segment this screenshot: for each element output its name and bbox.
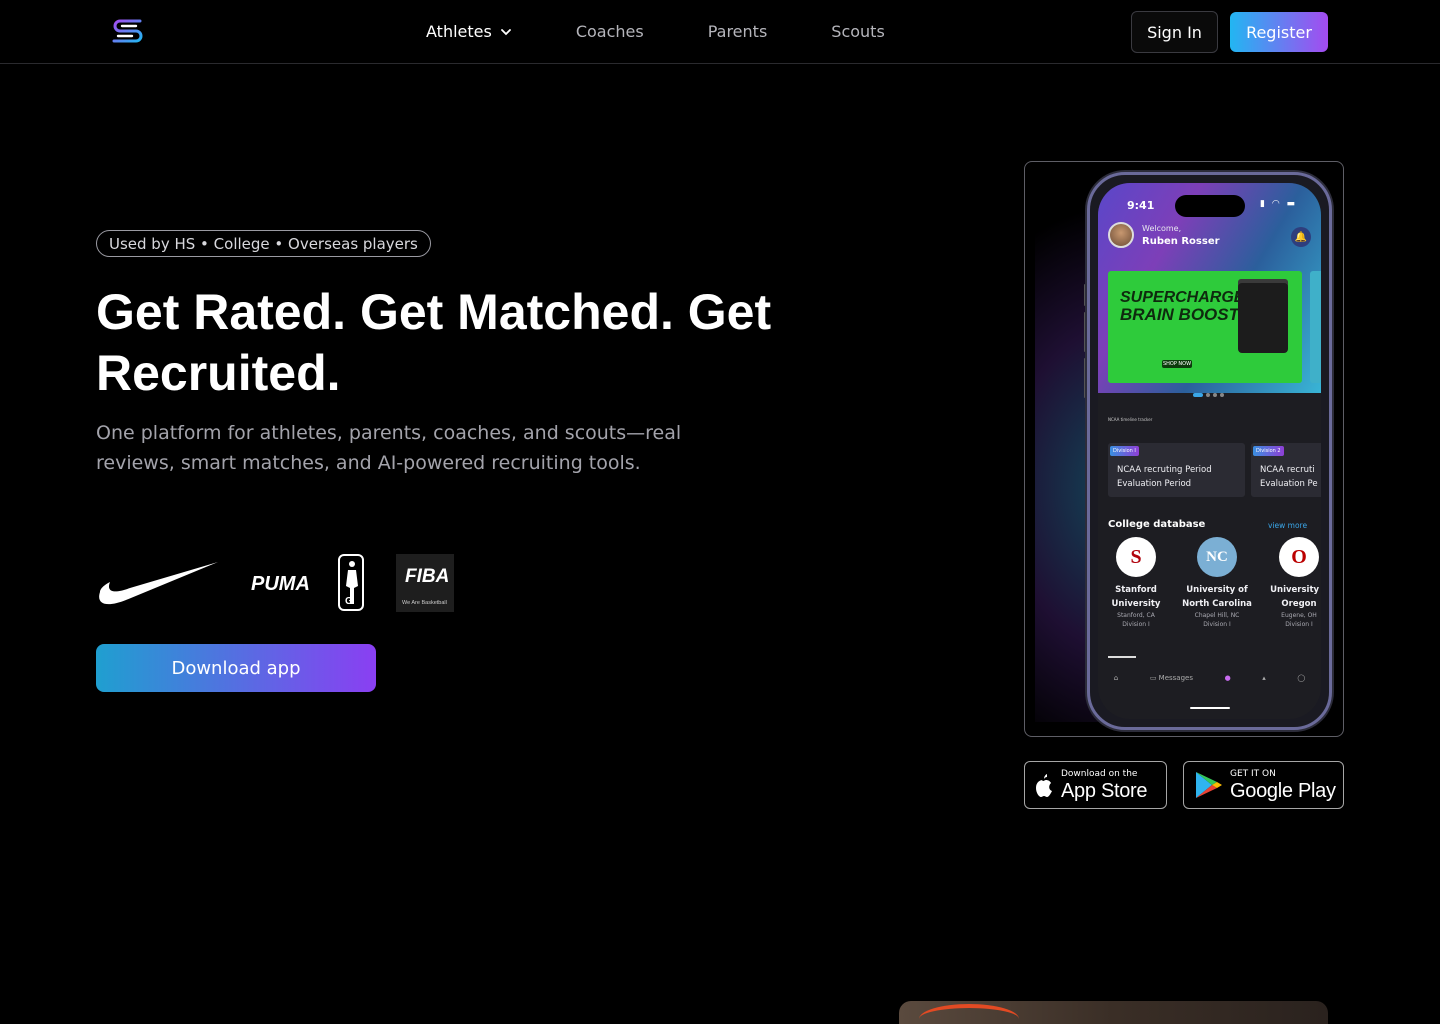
status-icons: ▮ ◠ ▬ <box>1260 199 1298 209</box>
main-nav: Athletes Coaches Parents Scouts <box>426 0 885 63</box>
college-item: S Stanford University Stanford, CA Divisio… <box>1098 537 1176 629</box>
nav-athletes[interactable]: Athletes <box>426 22 512 41</box>
register-button[interactable]: Register <box>1230 12 1328 52</box>
svg-text:We Are Basketball: We Are Basketball <box>402 600 447 606</box>
hero-subtitle: One platform for athletes, parents, coac… <box>96 422 682 474</box>
fiba-logo: FIBA We Are Basketball <box>396 554 454 612</box>
event-card: Division I NCAA recruting Period Evaluati… <box>1108 443 1245 497</box>
g-league-logo-icon: G <box>338 554 364 611</box>
google-play-icon <box>1196 772 1222 798</box>
tracker-heading: NCAA timeline tracker <box>1108 417 1153 422</box>
event-card: Division 2 NCAA recruti Evaluation Pe <box>1251 443 1321 497</box>
shop-now-button: SHOP NOW <box>1162 360 1192 368</box>
puma-logo: PUMA <box>251 573 310 595</box>
chevron-down-icon <box>500 28 511 35</box>
nike-logo-icon <box>99 562 218 605</box>
status-time: 9:41 <box>1127 199 1155 212</box>
nav-athletes-label: Athletes <box>426 22 492 41</box>
app-preview-card: 9:41 ▮ ◠ ▬ Welcome, Ruben Rosser 🔔 SUPER… <box>1024 161 1344 737</box>
audience-pill: Used by HS • College • Overseas players <box>96 230 431 257</box>
view-more-link: view more <box>1268 521 1308 530</box>
college-item: O University oOregon Eugene, OHDivision … <box>1259 537 1321 629</box>
sign-in-button[interactable]: Sign In <box>1131 11 1218 53</box>
top-nav: Athletes Coaches Parents Scouts Sign In … <box>0 0 1440 64</box>
app-store-text: App Store <box>1061 779 1148 802</box>
google-play-badge[interactable]: GET IT ON Google Play <box>1183 761 1344 809</box>
nav-coaches[interactable]: Coaches <box>576 22 644 41</box>
stats-icon: ▴ <box>1262 674 1266 682</box>
message-icon: ▭ <box>1149 674 1157 682</box>
college-logo: S <box>1116 537 1156 577</box>
svg-text:FIBA: FIBA <box>405 566 449 587</box>
page: Athletes Coaches Parents Scouts Sign In … <box>0 0 1440 1024</box>
app-store-badge[interactable]: Download on the App Store <box>1024 761 1167 809</box>
app-store-small-text: Download on the <box>1061 768 1138 779</box>
welcome-text: Welcome, <box>1142 224 1182 233</box>
promo-banner: SUPERCHARGED BRAIN BOOST SHOP NOW <box>1108 271 1302 383</box>
next-banner-peek <box>1310 271 1321 383</box>
brand-logo-icon[interactable] <box>110 17 146 47</box>
college-database-heading: College database <box>1108 519 1206 530</box>
messages-tab: ▭ Messages <box>1149 674 1193 682</box>
promo-title: SUPERCHARGED BRAIN BOOST <box>1120 289 1257 324</box>
profile-icon: ◯ <box>1297 674 1306 682</box>
phone-screen: 9:41 ▮ ◠ ▬ Welcome, Ruben Rosser 🔔 SUPER… <box>1098 183 1321 719</box>
hero-headline: Get Rated. Get Matched. Get Recruited. <box>96 284 772 401</box>
nav-parents[interactable]: Parents <box>708 22 768 41</box>
college-item: NC University of North Carolina Chapel Hi… <box>1177 537 1257 629</box>
product-jar <box>1238 283 1288 353</box>
carousel-dots <box>1193 393 1224 397</box>
home-indicator <box>1190 707 1230 709</box>
college-logo: NC <box>1197 537 1237 577</box>
basketball-hoop-image <box>899 1001 1328 1024</box>
apple-icon <box>1036 774 1052 797</box>
hoop-rim <box>919 1004 1019 1024</box>
phone-mockup: 9:41 ▮ ◠ ▬ Welcome, Ruben Rosser 🔔 SUPER… <box>1087 172 1332 730</box>
nav-scouts[interactable]: Scouts <box>831 22 885 41</box>
home-icon: ⌂ <box>1113 674 1119 682</box>
dynamic-island <box>1175 195 1245 217</box>
avatar <box>1108 222 1134 248</box>
college-logo: O <box>1279 537 1319 577</box>
app-tab-bar: ⌂ ▭ Messages ● ▴ ◯ <box>1098 663 1321 693</box>
bell-icon: 🔔 <box>1291 227 1311 247</box>
svg-text:G: G <box>345 596 353 607</box>
tab-indicator <box>1108 656 1136 658</box>
google-play-text: Google Play <box>1230 779 1336 802</box>
user-name: Ruben Rosser <box>1142 236 1220 247</box>
google-play-small-text: GET IT ON <box>1230 768 1276 779</box>
add-icon: ● <box>1224 674 1231 682</box>
download-app-button[interactable]: Download app <box>96 644 376 692</box>
partner-logos: PUMA G FIBA We Are Basketball <box>99 554 454 612</box>
